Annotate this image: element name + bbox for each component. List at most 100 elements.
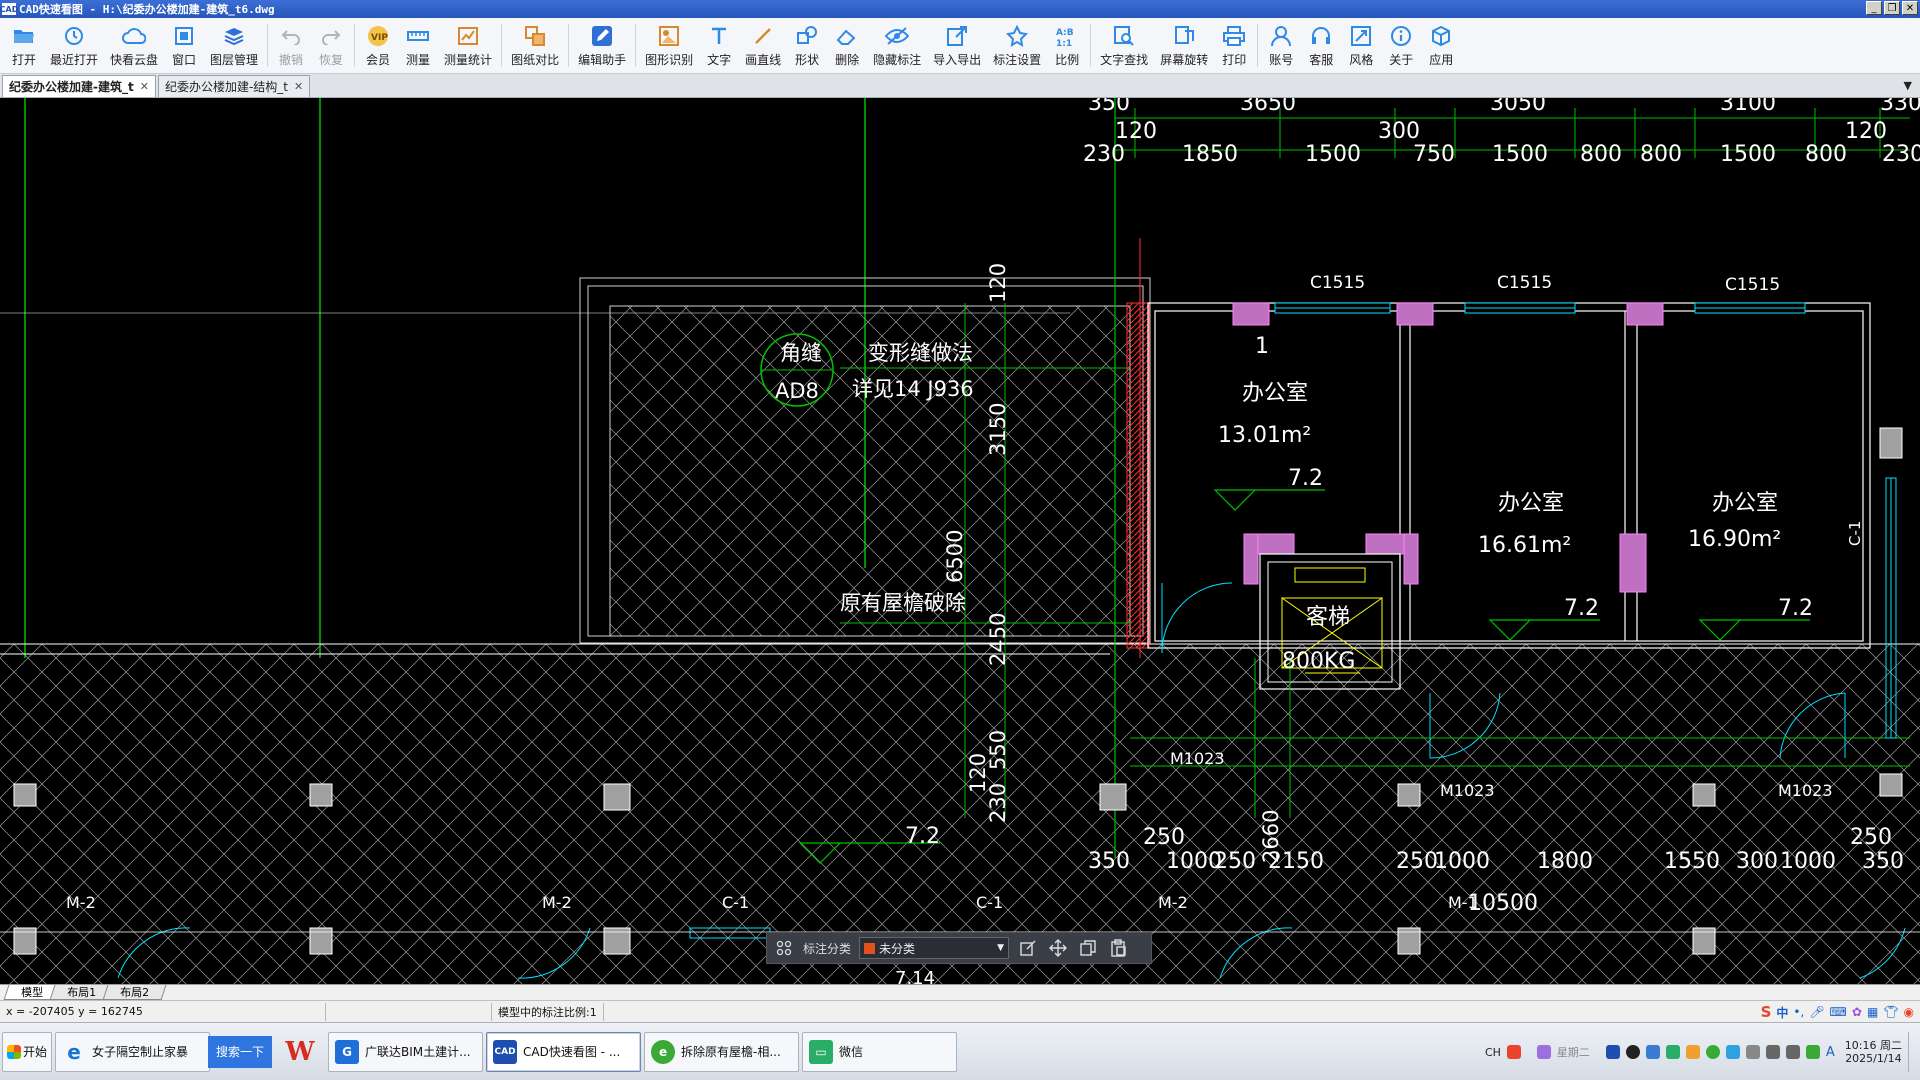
copy-icon[interactable]	[1077, 937, 1099, 959]
sogou-settings-icon[interactable]: ◉	[1904, 1005, 1914, 1019]
task-wechat[interactable]: ▭ 微信	[802, 1031, 958, 1072]
category-selected-value: 未分类	[879, 941, 916, 956]
open-folder-icon	[12, 24, 36, 48]
text-button[interactable]: 文字	[699, 18, 739, 73]
about-button[interactable]: 关于	[1381, 18, 1421, 73]
style-button[interactable]: 风格	[1341, 18, 1381, 73]
cloud-button[interactable]: 快看云盘	[104, 18, 164, 73]
toolbox-icon[interactable]: ▦	[1867, 1005, 1878, 1019]
dim-r3-1: 230	[1083, 142, 1125, 167]
window-title: CAD快速看图 - H:\纪委办公楼加建-建筑_t6.dwg	[19, 3, 275, 16]
task-browser-news[interactable]: e 女子隔空制止家暴	[55, 1031, 211, 1072]
close-icon[interactable]: ✕	[140, 80, 149, 93]
text-search-button[interactable]: 文字查找	[1094, 18, 1154, 73]
vip-button[interactable]: VIP 会员	[358, 18, 398, 73]
apps-button[interactable]: 应用	[1421, 18, 1461, 73]
svg-text:VIP: VIP	[371, 33, 388, 43]
dim-v-1: 120	[986, 263, 1010, 303]
anno-settings-button[interactable]: 标注设置	[987, 18, 1047, 73]
ime-toolbar[interactable]: S 中 •, 🎤︎ ⌨︎ ✿ ▦ 👕︎ ◉	[1761, 1003, 1914, 1021]
tray-app-icon[interactable]	[1685, 1045, 1700, 1059]
toolbar-label: 画直线	[745, 52, 782, 67]
keyboard-icon[interactable]: ⌨︎	[1830, 1005, 1847, 1019]
import-export-button[interactable]: 导入导出	[927, 18, 987, 73]
undo-button[interactable]: 撤销	[271, 18, 311, 73]
volume-icon[interactable]	[1785, 1045, 1800, 1059]
doc-tab-structure[interactable]: 纪委办公楼加建-结构_t ✕	[157, 75, 311, 97]
network-icon[interactable]	[1765, 1045, 1780, 1059]
rotate-button[interactable]: 屏幕旋转	[1154, 18, 1214, 73]
layout-tab-2[interactable]: 布局2	[102, 985, 167, 1000]
microphone-icon[interactable]: 🎤︎	[1809, 1005, 1824, 1019]
layers-button[interactable]: 图层管理	[204, 18, 264, 73]
edit-icon[interactable]	[1017, 937, 1039, 959]
tray-app-icon[interactable]	[1725, 1045, 1740, 1059]
calendar-widget-icon[interactable]	[1536, 1045, 1551, 1059]
dim-b2-5: 250	[1396, 849, 1438, 874]
paste-icon[interactable]	[1107, 937, 1129, 959]
start-button[interactable]: 开始	[2, 1031, 53, 1072]
measure-stats-button[interactable]: 测量统计	[438, 18, 498, 73]
task-wps[interactable]: W	[275, 1032, 325, 1072]
font-indicator-icon[interactable]: A	[1826, 1045, 1835, 1060]
weekday-widget[interactable]: 星期二	[1557, 1044, 1590, 1060]
sogou-tray-icon[interactable]	[1506, 1045, 1521, 1059]
anno-settings-icon	[1005, 24, 1029, 48]
language-indicator[interactable]: CH	[1485, 1046, 1501, 1059]
skin-icon[interactable]: ✿	[1852, 1005, 1862, 1019]
lower-label-1: M-2	[66, 893, 96, 912]
qq-icon[interactable]	[1625, 1045, 1640, 1059]
compare-button[interactable]: 图纸对比	[505, 18, 565, 73]
tabs-dropdown-icon[interactable]: ▼	[1904, 79, 1912, 92]
close-button[interactable]: ✕	[1902, 1, 1918, 15]
dim-b2-8: 1550	[1664, 849, 1720, 874]
recent-button[interactable]: 最近打开	[44, 18, 104, 73]
measure-button[interactable]: 测量	[398, 18, 438, 73]
edit-assist-button[interactable]: 编辑助手	[572, 18, 632, 73]
minimize-button[interactable]: _	[1866, 1, 1882, 15]
shirt-icon[interactable]: 👕︎	[1883, 1005, 1898, 1019]
sogou-logo-icon[interactable]: S	[1761, 1003, 1772, 1021]
dim-b1-1: 250	[1143, 825, 1185, 850]
drawing-canvas[interactable]: 350 3650 3050 3100 330 120 300 120 230 1…	[0, 98, 1920, 984]
restore-button[interactable]: ❐	[1884, 1, 1900, 15]
status-bar: x = -207405 y = 162745 模型中的标注比例:1 S 中 •,…	[0, 1000, 1920, 1022]
open-button[interactable]: 打开	[4, 18, 44, 73]
room1-elev: 7.2	[1288, 466, 1323, 491]
doc-tab-architecture[interactable]: 纪委办公楼加建-建筑_t ✕	[2, 75, 156, 97]
task-cad-viewer[interactable]: CAD CAD快速看图 - ...	[486, 1031, 642, 1072]
shape-button[interactable]: 形状	[787, 18, 827, 73]
grid-apps-icon[interactable]	[773, 937, 795, 959]
close-icon[interactable]: ✕	[294, 80, 303, 93]
delete-button[interactable]: 删除	[827, 18, 867, 73]
annotation-category-select[interactable]: 未分类 ▼	[859, 937, 1010, 959]
room3-name: 办公室	[1712, 491, 1778, 516]
wechat-tray-icon[interactable]	[1665, 1045, 1680, 1059]
toolbar-label: 客服	[1309, 52, 1334, 67]
security-icon[interactable]	[1805, 1045, 1820, 1059]
tray-app-icon[interactable]	[1705, 1045, 1720, 1059]
joint-note-1: 变形缝做法	[868, 341, 973, 365]
scale-button[interactable]: A:B 1:1 比例	[1047, 18, 1087, 73]
tray-app-icon[interactable]	[1605, 1045, 1620, 1059]
dim-r3-7: 800	[1640, 142, 1682, 167]
shape-recog-button[interactable]: 图形识别	[639, 18, 699, 73]
system-clock[interactable]: 10:16 周二 2025/1/14	[1845, 1039, 1902, 1065]
punctuation-icon[interactable]: •,	[1793, 1005, 1804, 1019]
print-button[interactable]: 打印	[1214, 18, 1254, 73]
show-desktop-icon[interactable]	[1908, 1032, 1914, 1072]
window-button[interactable]: 窗口	[164, 18, 204, 73]
task-browser-360[interactable]: e 拆除原有屋檐-相...	[644, 1031, 800, 1072]
hide-anno-button[interactable]: 隐藏标注	[867, 18, 927, 73]
move-icon[interactable]	[1047, 937, 1069, 959]
search-button[interactable]: 搜索一下	[208, 1035, 273, 1068]
task-glodon[interactable]: G 广联达BIM土建计...	[328, 1031, 484, 1072]
tray-app-icon[interactable]	[1745, 1045, 1760, 1059]
line-button[interactable]: 画直线	[739, 18, 787, 73]
redo-button[interactable]: 恢复	[311, 18, 351, 73]
account-button[interactable]: 账号	[1261, 18, 1301, 73]
service-button[interactable]: 客服	[1301, 18, 1341, 73]
dim-r2-1: 120	[1115, 119, 1157, 144]
tray-app-icon[interactable]	[1645, 1045, 1660, 1059]
ime-mode[interactable]: 中	[1776, 1004, 1788, 1021]
